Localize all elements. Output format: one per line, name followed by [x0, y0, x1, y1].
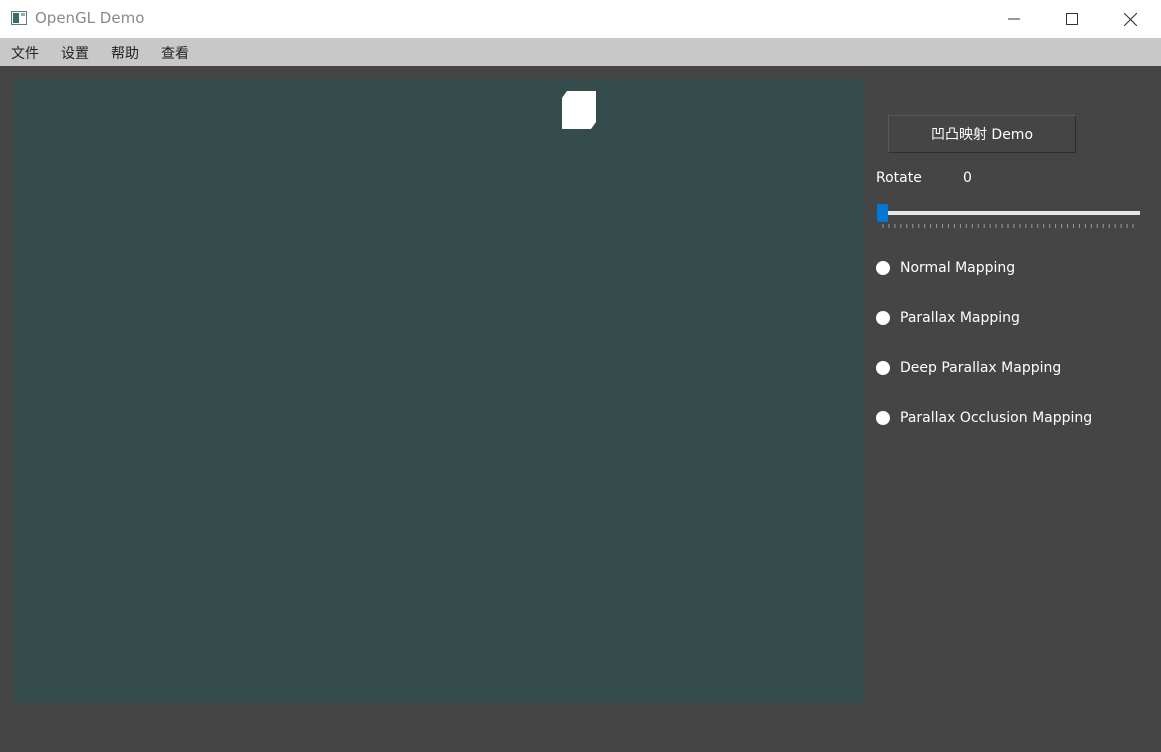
maximize-button[interactable]	[1043, 0, 1101, 38]
rendered-quad	[562, 91, 596, 129]
radio-label: Parallax Mapping	[900, 310, 1020, 326]
radio-button[interactable]	[876, 411, 890, 425]
radio-parallax-occlusion-mapping[interactable]: Parallax Occlusion Mapping	[876, 408, 1092, 428]
rotate-label: Rotate	[876, 170, 922, 186]
menu-help[interactable]: 帮助	[111, 43, 139, 63]
rotate-slider[interactable]	[876, 200, 1142, 232]
menu-bar: 文件 设置 帮助 查看	[0, 38, 1161, 66]
rotate-value: 0	[963, 170, 972, 186]
window-title: OpenGL Demo	[35, 9, 145, 27]
radio-label: Normal Mapping	[900, 260, 1016, 276]
app-window-icon	[11, 11, 27, 25]
menu-file[interactable]: 文件	[11, 43, 39, 63]
radio-normal-mapping[interactable]: Normal Mapping	[876, 258, 1015, 278]
radio-button[interactable]	[876, 261, 890, 275]
radio-parallax-mapping[interactable]: Parallax Mapping	[876, 308, 1020, 328]
opengl-viewport[interactable]	[14, 79, 864, 703]
close-button[interactable]	[1101, 0, 1159, 38]
bump-mapping-demo-button[interactable]: 凹凸映射 Demo	[888, 115, 1076, 153]
menu-view[interactable]: 查看	[161, 43, 189, 63]
slider-track	[882, 211, 1140, 215]
minimize-icon	[1008, 18, 1020, 20]
menu-settings[interactable]: 设置	[61, 43, 89, 63]
radio-button[interactable]	[876, 311, 890, 325]
radio-deep-parallax-mapping[interactable]: Deep Parallax Mapping	[876, 358, 1061, 378]
maximize-icon	[1066, 13, 1078, 25]
radio-button[interactable]	[876, 361, 890, 375]
slider-ticks	[882, 224, 1134, 228]
radio-label: Deep Parallax Mapping	[900, 360, 1062, 376]
title-bar[interactable]: OpenGL Demo	[0, 0, 1161, 39]
slider-thumb	[877, 204, 888, 222]
close-icon	[1123, 12, 1137, 26]
minimize-button[interactable]	[985, 0, 1043, 38]
radio-label: Parallax Occlusion Mapping	[900, 410, 1093, 426]
